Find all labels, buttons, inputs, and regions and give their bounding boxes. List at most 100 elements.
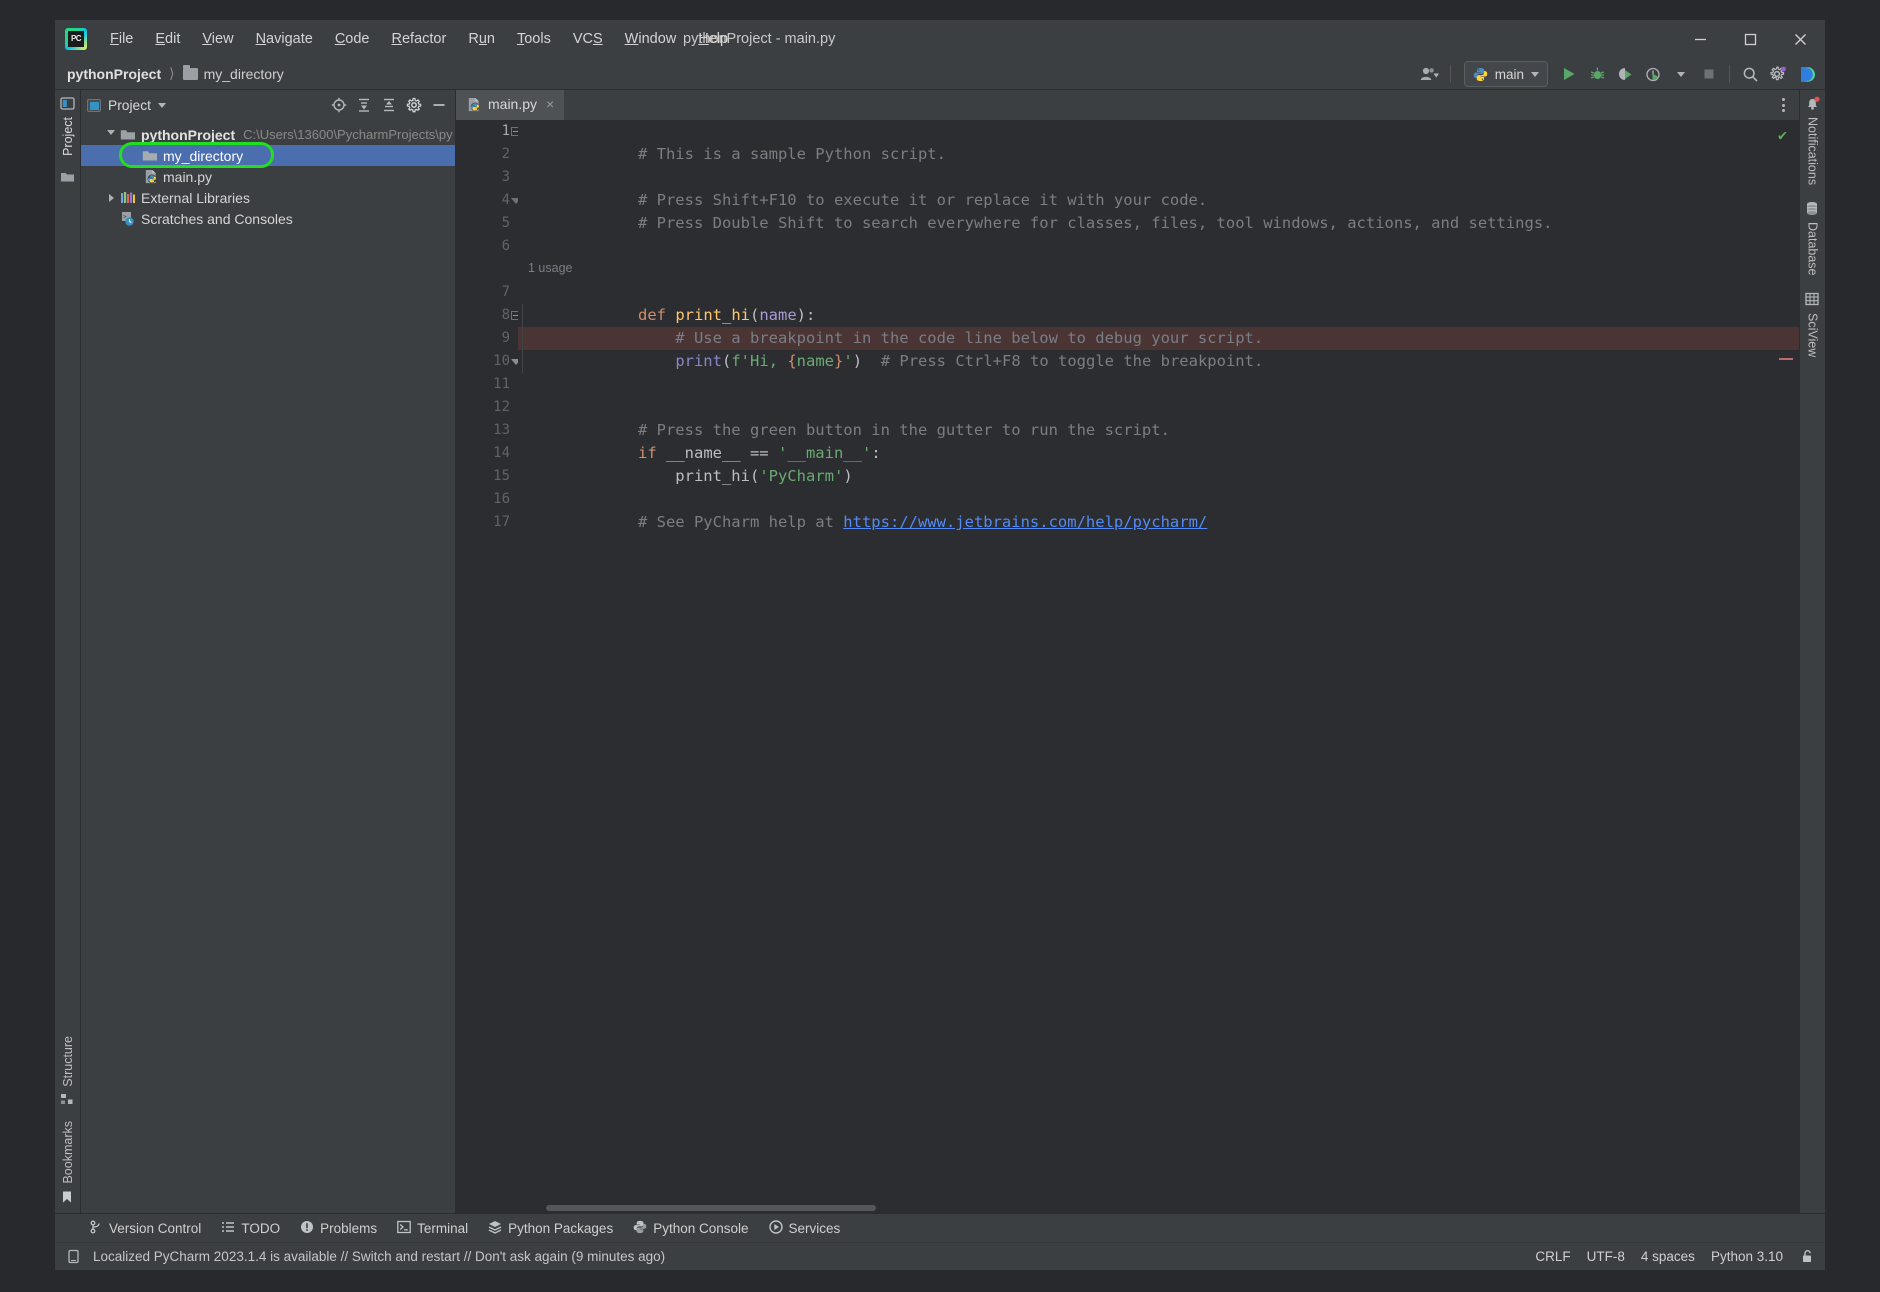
memory-icon[interactable] xyxy=(65,1249,81,1265)
breadcrumb-project[interactable]: pythonProject xyxy=(63,64,165,84)
help-link[interactable]: https://www.jetbrains.com/help/pycharm/ xyxy=(843,513,1207,531)
menu-tools[interactable]: Tools xyxy=(506,27,562,51)
project-panel-title[interactable]: Project xyxy=(87,98,166,113)
run-button[interactable] xyxy=(1556,61,1582,87)
status-message[interactable]: Localized PyCharm 2023.1.4 is available … xyxy=(93,1249,665,1264)
scrollbar-thumb[interactable] xyxy=(546,1205,876,1211)
menu-view[interactable]: View xyxy=(191,27,244,51)
editor-horizontal-scrollbar[interactable] xyxy=(518,1204,1799,1213)
stripe-button-project[interactable]: Project xyxy=(60,96,75,156)
close-icon[interactable]: × xyxy=(546,96,554,112)
settings-icon[interactable] xyxy=(402,93,426,117)
menu-refactor[interactable]: Refactor xyxy=(381,27,458,51)
python-file-icon xyxy=(466,97,481,112)
run-configuration-selector[interactable]: main xyxy=(1463,61,1548,87)
status-bar-right: CRLF UTF-8 4 spaces Python 3.10 xyxy=(1535,1249,1815,1265)
status-encoding[interactable]: UTF-8 xyxy=(1587,1249,1625,1264)
ide-body: Project Structure Bookmarks Project pyth… xyxy=(55,90,1825,1213)
menu-code[interactable]: Code xyxy=(324,27,381,51)
bottom-tool-terminal[interactable]: Terminal xyxy=(389,1217,476,1240)
menu-edit[interactable]: Edit xyxy=(144,27,191,51)
tree-item-scratches-and-consoles[interactable]: > Scratches and Consoles xyxy=(81,208,455,229)
bottom-tool-todo[interactable]: TODO xyxy=(213,1217,288,1240)
code-line-7: def print_hi(name): xyxy=(637,306,816,324)
line-number: 4 xyxy=(501,192,510,208)
status-indent[interactable]: 4 spaces xyxy=(1641,1249,1695,1264)
stripe-label-structure: Structure xyxy=(60,1035,75,1087)
gutter-spacer xyxy=(456,258,518,281)
packages-icon xyxy=(488,1220,502,1237)
terminal-icon xyxy=(397,1220,411,1237)
menu-navigate[interactable]: Navigate xyxy=(245,27,324,51)
bottom-tool-python-console[interactable]: Python Console xyxy=(625,1217,756,1240)
hide-panel-icon[interactable] xyxy=(427,93,451,117)
account-icon[interactable] xyxy=(1417,61,1443,87)
debug-button[interactable] xyxy=(1584,61,1610,87)
tree-item-main-py[interactable]: main.py xyxy=(81,166,455,187)
menu-run[interactable]: Run xyxy=(457,27,506,51)
usage-inlay-hint[interactable]: 1 usage xyxy=(528,261,572,275)
collapse-all-icon[interactable] xyxy=(377,93,401,117)
maximize-button[interactable] xyxy=(1725,20,1775,58)
menu-file[interactable]: File xyxy=(99,27,144,51)
line-number: 14 xyxy=(493,445,510,461)
unlocked-icon[interactable] xyxy=(1799,1249,1815,1265)
tree-label-pythonproject: pythonProject xyxy=(141,126,236,143)
bottom-tool-version-control[interactable]: Version Control xyxy=(81,1217,209,1240)
tab-main-py[interactable]: main.py × xyxy=(456,90,565,120)
bottom-tool-label: Terminal xyxy=(417,1220,469,1236)
bottom-tool-label: Problems xyxy=(320,1220,378,1236)
chevron-down-icon xyxy=(157,102,166,108)
bottom-tool-python-packages[interactable]: Python Packages xyxy=(480,1217,621,1240)
desktop-background: File Edit View Navigate Code Refactor Ru… xyxy=(0,0,1880,1292)
stripe-button-structure[interactable]: Structure xyxy=(60,1036,75,1108)
expand-arrow-icon[interactable] xyxy=(103,193,119,202)
status-interpreter[interactable]: Python 3.10 xyxy=(1711,1249,1783,1264)
tree-item-external-libraries[interactable]: External Libraries xyxy=(81,187,455,208)
tree-item-my-directory[interactable]: my_directory xyxy=(81,145,455,166)
bottom-tool-window-bar: Version Control TODO Problems Terminal P… xyxy=(55,1213,1825,1242)
inspection-status-icon[interactable]: ✔ xyxy=(1778,126,1787,144)
settings-icon[interactable] xyxy=(1765,61,1791,87)
window-title: pythonProject - main.py xyxy=(683,31,836,47)
stripe-button-sciview[interactable]: SciView xyxy=(1805,292,1820,357)
profiler-dropdown[interactable] xyxy=(1668,61,1694,87)
editor-gutter[interactable]: 1 2 3 4 5 6 7 8 9 10 11 12 13 14 15 16 1… xyxy=(456,120,521,1213)
code-line-3: # Press Shift+F10 to execute it or repla… xyxy=(526,166,1207,209)
stripe-button-notifications[interactable]: Notifications xyxy=(1805,96,1820,185)
chevron-down-icon xyxy=(1677,71,1685,77)
stop-button[interactable] xyxy=(1696,61,1722,87)
tree-item-pythonproject[interactable]: pythonProject C:\Users\13600\PycharmProj… xyxy=(81,124,455,145)
stripe-button-bookmarks[interactable]: Bookmarks xyxy=(60,1121,75,1205)
expand-all-icon[interactable] xyxy=(352,93,376,117)
stripe-label-bookmarks: Bookmarks xyxy=(60,1121,75,1184)
bottom-tool-problems[interactable]: Problems xyxy=(292,1217,385,1240)
expand-arrow-icon[interactable] xyxy=(103,130,119,139)
profiler-button[interactable] xyxy=(1640,61,1666,87)
bottom-tool-services[interactable]: Services xyxy=(761,1217,849,1240)
menu-vcs[interactable]: VCS xyxy=(562,27,614,51)
toolbar-divider-2 xyxy=(1729,65,1730,83)
error-stripe-marker[interactable] xyxy=(1779,358,1793,360)
search-everywhere-button[interactable] xyxy=(1737,61,1763,87)
run-config-label: main xyxy=(1494,66,1524,82)
tab-label: main.py xyxy=(488,96,538,112)
minimize-button[interactable] xyxy=(1675,20,1725,58)
stripe-label-database: Database xyxy=(1805,222,1820,276)
select-opened-file-icon[interactable] xyxy=(327,93,351,117)
project-panel-actions xyxy=(327,90,451,120)
ai-assistant-icon[interactable] xyxy=(1793,61,1819,87)
menu-window[interactable]: Window xyxy=(614,27,688,51)
stripe-button-database[interactable]: Database xyxy=(1805,201,1820,276)
project-tree: pythonProject C:\Users\13600\PycharmProj… xyxy=(81,120,455,1213)
editor-area: main.py × 1 2 3 4 5 6 7 8 9 10 11 12 13 … xyxy=(456,90,1799,1213)
code-content[interactable]: # This is a sample Python script. # Pres… xyxy=(518,120,1799,1213)
pycharm-window: File Edit View Navigate Code Refactor Ru… xyxy=(55,20,1825,1270)
code-line-12: # Press the green button in the gutter t… xyxy=(526,396,1170,439)
breadcrumb-my-directory[interactable]: my_directory xyxy=(179,64,288,84)
run-with-coverage-button[interactable] xyxy=(1612,61,1638,87)
stripe-button-commit[interactable] xyxy=(60,170,75,185)
close-button[interactable] xyxy=(1775,20,1825,58)
more-options-icon[interactable] xyxy=(1773,94,1793,116)
status-line-separator[interactable]: CRLF xyxy=(1535,1249,1570,1264)
